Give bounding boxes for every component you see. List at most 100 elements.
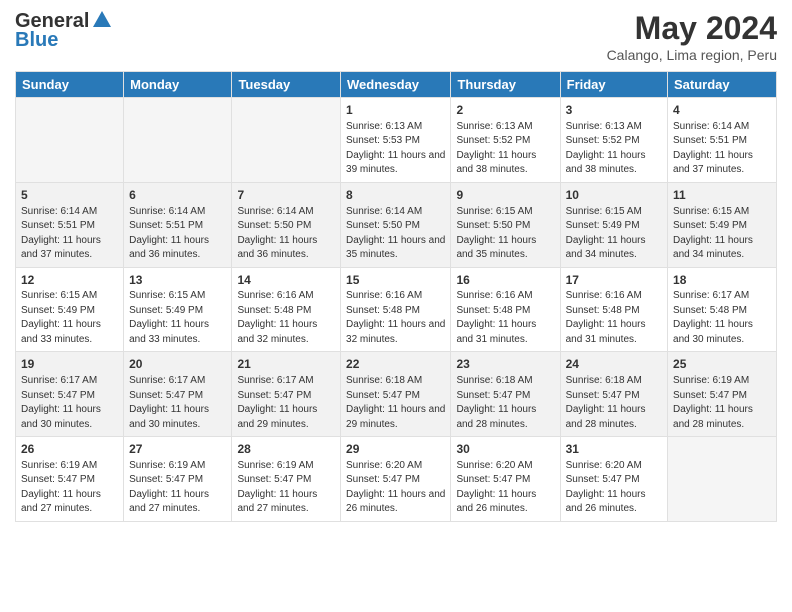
day-number: 25 xyxy=(673,356,771,373)
day-number: 24 xyxy=(566,356,662,373)
calendar-cell: 31Sunrise: 6:20 AM Sunset: 5:47 PM Dayli… xyxy=(560,437,667,522)
day-number: 29 xyxy=(346,441,445,458)
day-number: 6 xyxy=(129,187,226,204)
page: General Blue May 2024 Calango, Lima regi… xyxy=(0,0,792,612)
day-info: Sunrise: 6:14 AM Sunset: 5:50 PM Dayligh… xyxy=(346,205,445,263)
calendar-cell: 30Sunrise: 6:20 AM Sunset: 5:47 PM Dayli… xyxy=(451,437,560,522)
day-number: 17 xyxy=(566,272,662,289)
day-info: Sunrise: 6:13 AM Sunset: 5:53 PM Dayligh… xyxy=(346,120,445,178)
day-number: 20 xyxy=(129,356,226,373)
day-info: Sunrise: 6:16 AM Sunset: 5:48 PM Dayligh… xyxy=(566,289,662,347)
th-friday: Friday xyxy=(560,72,667,98)
day-number: 7 xyxy=(237,187,335,204)
calendar-cell: 23Sunrise: 6:18 AM Sunset: 5:47 PM Dayli… xyxy=(451,352,560,437)
day-info: Sunrise: 6:17 AM Sunset: 5:47 PM Dayligh… xyxy=(21,374,118,432)
calendar-cell: 2Sunrise: 6:13 AM Sunset: 5:52 PM Daylig… xyxy=(451,98,560,183)
th-saturday: Saturday xyxy=(668,72,777,98)
calendar-cell xyxy=(16,98,124,183)
calendar-cell: 19Sunrise: 6:17 AM Sunset: 5:47 PM Dayli… xyxy=(16,352,124,437)
day-number: 1 xyxy=(346,102,445,119)
calendar-cell: 4Sunrise: 6:14 AM Sunset: 5:51 PM Daylig… xyxy=(668,98,777,183)
day-number: 4 xyxy=(673,102,771,119)
day-number: 8 xyxy=(346,187,445,204)
logo: General Blue xyxy=(15,10,113,52)
calendar-week-0: 1Sunrise: 6:13 AM Sunset: 5:53 PM Daylig… xyxy=(16,98,777,183)
calendar-cell: 15Sunrise: 6:16 AM Sunset: 5:48 PM Dayli… xyxy=(341,267,451,352)
day-number: 21 xyxy=(237,356,335,373)
day-info: Sunrise: 6:15 AM Sunset: 5:49 PM Dayligh… xyxy=(673,205,771,263)
calendar-header-row: Sunday Monday Tuesday Wednesday Thursday… xyxy=(16,72,777,98)
day-info: Sunrise: 6:20 AM Sunset: 5:47 PM Dayligh… xyxy=(346,459,445,517)
th-thursday: Thursday xyxy=(451,72,560,98)
calendar-cell: 8Sunrise: 6:14 AM Sunset: 5:50 PM Daylig… xyxy=(341,182,451,267)
day-number: 14 xyxy=(237,272,335,289)
day-number: 15 xyxy=(346,272,445,289)
calendar-cell: 5Sunrise: 6:14 AM Sunset: 5:51 PM Daylig… xyxy=(16,182,124,267)
calendar-cell: 9Sunrise: 6:15 AM Sunset: 5:50 PM Daylig… xyxy=(451,182,560,267)
calendar-cell: 21Sunrise: 6:17 AM Sunset: 5:47 PM Dayli… xyxy=(232,352,341,437)
day-info: Sunrise: 6:17 AM Sunset: 5:48 PM Dayligh… xyxy=(673,289,771,347)
day-info: Sunrise: 6:14 AM Sunset: 5:50 PM Dayligh… xyxy=(237,205,335,263)
calendar-cell: 3Sunrise: 6:13 AM Sunset: 5:52 PM Daylig… xyxy=(560,98,667,183)
day-info: Sunrise: 6:15 AM Sunset: 5:49 PM Dayligh… xyxy=(21,289,118,347)
calendar-cell: 28Sunrise: 6:19 AM Sunset: 5:47 PM Dayli… xyxy=(232,437,341,522)
day-info: Sunrise: 6:19 AM Sunset: 5:47 PM Dayligh… xyxy=(21,459,118,517)
day-info: Sunrise: 6:16 AM Sunset: 5:48 PM Dayligh… xyxy=(456,289,554,347)
day-number: 28 xyxy=(237,441,335,458)
th-monday: Monday xyxy=(124,72,232,98)
calendar-cell: 18Sunrise: 6:17 AM Sunset: 5:48 PM Dayli… xyxy=(668,267,777,352)
calendar-cell: 10Sunrise: 6:15 AM Sunset: 5:49 PM Dayli… xyxy=(560,182,667,267)
calendar-week-1: 5Sunrise: 6:14 AM Sunset: 5:51 PM Daylig… xyxy=(16,182,777,267)
calendar-cell: 17Sunrise: 6:16 AM Sunset: 5:48 PM Dayli… xyxy=(560,267,667,352)
calendar-cell: 22Sunrise: 6:18 AM Sunset: 5:47 PM Dayli… xyxy=(341,352,451,437)
day-info: Sunrise: 6:20 AM Sunset: 5:47 PM Dayligh… xyxy=(456,459,554,517)
day-info: Sunrise: 6:17 AM Sunset: 5:47 PM Dayligh… xyxy=(129,374,226,432)
day-info: Sunrise: 6:18 AM Sunset: 5:47 PM Dayligh… xyxy=(346,374,445,432)
th-tuesday: Tuesday xyxy=(232,72,341,98)
calendar-cell xyxy=(232,98,341,183)
calendar-cell: 1Sunrise: 6:13 AM Sunset: 5:53 PM Daylig… xyxy=(341,98,451,183)
day-number: 16 xyxy=(456,272,554,289)
day-info: Sunrise: 6:14 AM Sunset: 5:51 PM Dayligh… xyxy=(129,205,226,263)
calendar-cell: 27Sunrise: 6:19 AM Sunset: 5:47 PM Dayli… xyxy=(124,437,232,522)
calendar-cell xyxy=(668,437,777,522)
day-number: 12 xyxy=(21,272,118,289)
day-number: 23 xyxy=(456,356,554,373)
calendar-cell: 24Sunrise: 6:18 AM Sunset: 5:47 PM Dayli… xyxy=(560,352,667,437)
day-number: 10 xyxy=(566,187,662,204)
main-title: May 2024 xyxy=(607,10,777,47)
day-info: Sunrise: 6:15 AM Sunset: 5:49 PM Dayligh… xyxy=(566,205,662,263)
day-info: Sunrise: 6:17 AM Sunset: 5:47 PM Dayligh… xyxy=(237,374,335,432)
day-info: Sunrise: 6:15 AM Sunset: 5:50 PM Dayligh… xyxy=(456,205,554,263)
day-number: 9 xyxy=(456,187,554,204)
day-info: Sunrise: 6:13 AM Sunset: 5:52 PM Dayligh… xyxy=(456,120,554,178)
calendar-cell: 25Sunrise: 6:19 AM Sunset: 5:47 PM Dayli… xyxy=(668,352,777,437)
day-number: 11 xyxy=(673,187,771,204)
title-section: May 2024 Calango, Lima region, Peru xyxy=(607,10,777,63)
day-number: 31 xyxy=(566,441,662,458)
day-info: Sunrise: 6:18 AM Sunset: 5:47 PM Dayligh… xyxy=(456,374,554,432)
day-number: 3 xyxy=(566,102,662,119)
calendar: Sunday Monday Tuesday Wednesday Thursday… xyxy=(15,71,777,522)
day-info: Sunrise: 6:13 AM Sunset: 5:52 PM Dayligh… xyxy=(566,120,662,178)
day-info: Sunrise: 6:14 AM Sunset: 5:51 PM Dayligh… xyxy=(673,120,771,178)
day-number: 18 xyxy=(673,272,771,289)
day-info: Sunrise: 6:16 AM Sunset: 5:48 PM Dayligh… xyxy=(346,289,445,347)
calendar-cell: 26Sunrise: 6:19 AM Sunset: 5:47 PM Dayli… xyxy=(16,437,124,522)
logo-icon xyxy=(91,9,113,31)
day-number: 27 xyxy=(129,441,226,458)
day-info: Sunrise: 6:19 AM Sunset: 5:47 PM Dayligh… xyxy=(237,459,335,517)
calendar-cell: 7Sunrise: 6:14 AM Sunset: 5:50 PM Daylig… xyxy=(232,182,341,267)
day-number: 30 xyxy=(456,441,554,458)
calendar-cell: 6Sunrise: 6:14 AM Sunset: 5:51 PM Daylig… xyxy=(124,182,232,267)
day-info: Sunrise: 6:19 AM Sunset: 5:47 PM Dayligh… xyxy=(129,459,226,517)
calendar-cell: 20Sunrise: 6:17 AM Sunset: 5:47 PM Dayli… xyxy=(124,352,232,437)
day-info: Sunrise: 6:18 AM Sunset: 5:47 PM Dayligh… xyxy=(566,374,662,432)
calendar-cell: 12Sunrise: 6:15 AM Sunset: 5:49 PM Dayli… xyxy=(16,267,124,352)
day-info: Sunrise: 6:20 AM Sunset: 5:47 PM Dayligh… xyxy=(566,459,662,517)
day-info: Sunrise: 6:15 AM Sunset: 5:49 PM Dayligh… xyxy=(129,289,226,347)
calendar-cell: 16Sunrise: 6:16 AM Sunset: 5:48 PM Dayli… xyxy=(451,267,560,352)
header: General Blue May 2024 Calango, Lima regi… xyxy=(15,10,777,63)
th-wednesday: Wednesday xyxy=(341,72,451,98)
day-number: 26 xyxy=(21,441,118,458)
